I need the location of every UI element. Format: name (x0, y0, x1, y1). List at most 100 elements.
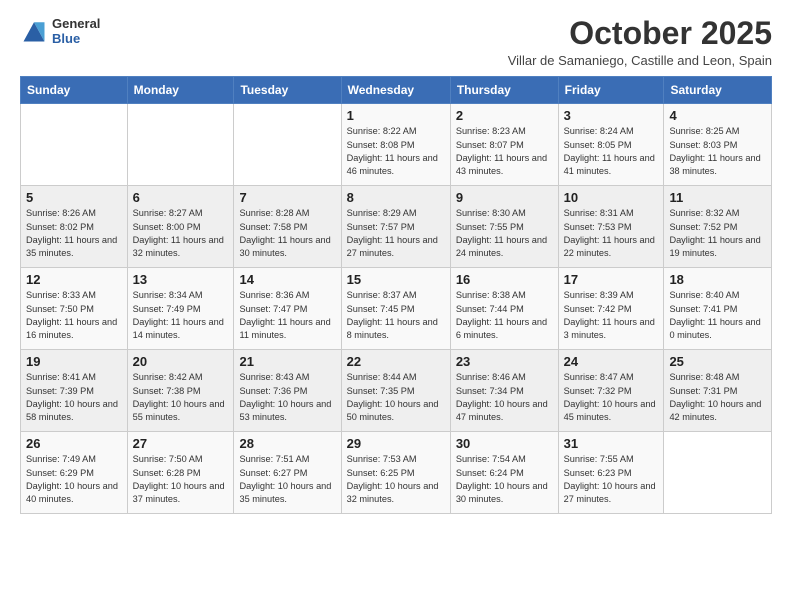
calendar-cell: 30 Sunrise: 7:54 AMSunset: 6:24 PMDayligh… (450, 432, 558, 514)
calendar-cell: 10 Sunrise: 8:31 AMSunset: 7:53 PMDayligh… (558, 186, 664, 268)
logo-icon (20, 17, 48, 45)
day-number: 26 (26, 436, 122, 451)
day-info: Sunrise: 8:41 AMSunset: 7:39 PMDaylight:… (26, 371, 122, 424)
calendar-cell: 25 Sunrise: 8:48 AMSunset: 7:31 PMDayligh… (664, 350, 772, 432)
calendar-cell: 21Sunrise: 8:43 AMSunset: 7:36 PMDayligh… (234, 350, 341, 432)
day-number: 11 (669, 190, 766, 205)
day-info: Sunrise: 7:53 AMSunset: 6:25 PMDaylight:… (347, 453, 445, 506)
day-info: Sunrise: 8:28 AMSunset: 7:58 PMDaylight:… (239, 207, 335, 260)
calendar-cell: 14 Sunrise: 8:36 AMSunset: 7:47 PMDayligh… (234, 268, 341, 350)
calendar-cell: 2 Sunrise: 8:23 AMSunset: 8:07 PMDaylight… (450, 104, 558, 186)
day-number: 22 (347, 354, 445, 369)
day-number: 16 (456, 272, 553, 287)
day-number: 5 (26, 190, 122, 205)
logo-text: General Blue (52, 16, 100, 46)
day-number: 15 (347, 272, 445, 287)
day-info: Sunrise: 8:44 AMSunset: 7:35 PMDaylight:… (347, 371, 445, 424)
day-number: 8 (347, 190, 445, 205)
day-number: 18 (669, 272, 766, 287)
day-number: 2 (456, 108, 553, 123)
day-number: 14 (239, 272, 335, 287)
calendar-cell (21, 104, 128, 186)
weekday-header-saturday: Saturday (664, 77, 772, 104)
day-info: Sunrise: 8:36 AMSunset: 7:47 PMDaylight:… (239, 289, 335, 342)
calendar-cell: 22 Sunrise: 8:44 AMSunset: 7:35 PMDayligh… (341, 350, 450, 432)
calendar-cell: 31 Sunrise: 7:55 AMSunset: 6:23 PMDayligh… (558, 432, 664, 514)
weekday-header-monday: Monday (127, 77, 234, 104)
day-info: Sunrise: 8:25 AMSunset: 8:03 PMDaylight:… (669, 125, 766, 178)
day-info: Sunrise: 7:51 AMSunset: 6:27 PMDaylight:… (239, 453, 335, 506)
day-info: Sunrise: 8:38 AMSunset: 7:44 PMDaylight:… (456, 289, 553, 342)
calendar-body: 1 Sunrise: 8:22 AMSunset: 8:08 PMDaylight… (21, 104, 772, 514)
calendar-cell: 7 Sunrise: 8:28 AMSunset: 7:58 PMDaylight… (234, 186, 341, 268)
calendar-table: SundayMondayTuesdayWednesdayThursdayFrid… (20, 76, 772, 514)
day-number: 19 (26, 354, 122, 369)
day-info: Sunrise: 8:26 AMSunset: 8:02 PMDaylight:… (26, 207, 122, 260)
calendar-cell: 8Sunrise: 8:29 AMSunset: 7:57 PMDaylight… (341, 186, 450, 268)
weekday-header-thursday: Thursday (450, 77, 558, 104)
day-number: 10 (564, 190, 659, 205)
day-number: 30 (456, 436, 553, 451)
day-info: Sunrise: 7:49 AMSunset: 6:29 PMDaylight:… (26, 453, 122, 506)
calendar-cell: 17 Sunrise: 8:39 AMSunset: 7:42 PMDayligh… (558, 268, 664, 350)
calendar-cell: 23Sunrise: 8:46 AMSunset: 7:34 PMDayligh… (450, 350, 558, 432)
day-number: 24 (564, 354, 659, 369)
day-info: Sunrise: 8:46 AMSunset: 7:34 PMDaylight:… (456, 371, 553, 424)
calendar-cell: 1 Sunrise: 8:22 AMSunset: 8:08 PMDaylight… (341, 104, 450, 186)
day-number: 6 (133, 190, 229, 205)
day-info: Sunrise: 8:43 AMSunset: 7:36 PMDaylight:… (239, 371, 335, 424)
day-info: Sunrise: 8:22 AMSunset: 8:08 PMDaylight:… (347, 125, 445, 178)
day-info: Sunrise: 7:54 AMSunset: 6:24 PMDaylight:… (456, 453, 553, 506)
calendar-cell: 24Sunrise: 8:47 AMSunset: 7:32 PMDayligh… (558, 350, 664, 432)
day-info: Sunrise: 8:31 AMSunset: 7:53 PMDaylight:… (564, 207, 659, 260)
day-number: 20 (133, 354, 229, 369)
day-info: Sunrise: 8:33 AMSunset: 7:50 PMDaylight:… (26, 289, 122, 342)
day-number: 9 (456, 190, 553, 205)
location-subtitle: Villar de Samaniego, Castille and Leon, … (508, 53, 772, 68)
calendar-cell: 29 Sunrise: 7:53 AMSunset: 6:25 PMDayligh… (341, 432, 450, 514)
calendar-cell: 16 Sunrise: 8:38 AMSunset: 7:44 PMDayligh… (450, 268, 558, 350)
calendar-cell: 28Sunrise: 7:51 AMSunset: 6:27 PMDayligh… (234, 432, 341, 514)
day-number: 27 (133, 436, 229, 451)
day-number: 12 (26, 272, 122, 287)
calendar-cell: 15Sunrise: 8:37 AMSunset: 7:45 PMDayligh… (341, 268, 450, 350)
day-info: Sunrise: 8:30 AMSunset: 7:55 PMDaylight:… (456, 207, 553, 260)
day-info: Sunrise: 7:55 AMSunset: 6:23 PMDaylight:… (564, 453, 659, 506)
day-number: 13 (133, 272, 229, 287)
day-number: 7 (239, 190, 335, 205)
calendar-week-row: 5 Sunrise: 8:26 AMSunset: 8:02 PMDaylight… (21, 186, 772, 268)
day-number: 17 (564, 272, 659, 287)
month-title: October 2025 (508, 16, 772, 51)
calendar-page: General Blue October 2025 Villar de Sama… (0, 0, 792, 612)
calendar-cell: 12 Sunrise: 8:33 AMSunset: 7:50 PMDayligh… (21, 268, 128, 350)
day-number: 29 (347, 436, 445, 451)
calendar-cell: 19 Sunrise: 8:41 AMSunset: 7:39 PMDayligh… (21, 350, 128, 432)
calendar-cell: 3Sunrise: 8:24 AMSunset: 8:05 PMDaylight… (558, 104, 664, 186)
day-info: Sunrise: 8:39 AMSunset: 7:42 PMDaylight:… (564, 289, 659, 342)
day-number: 1 (347, 108, 445, 123)
weekday-header-friday: Friday (558, 77, 664, 104)
weekday-header-wednesday: Wednesday (341, 77, 450, 104)
calendar-cell: 13 Sunrise: 8:34 AMSunset: 7:49 PMDayligh… (127, 268, 234, 350)
day-info: Sunrise: 8:48 AMSunset: 7:31 PMDaylight:… (669, 371, 766, 424)
calendar-cell: 11Sunrise: 8:32 AMSunset: 7:52 PMDayligh… (664, 186, 772, 268)
calendar-cell: 4Sunrise: 8:25 AMSunset: 8:03 PMDaylight… (664, 104, 772, 186)
day-number: 31 (564, 436, 659, 451)
day-info: Sunrise: 8:34 AMSunset: 7:49 PMDaylight:… (133, 289, 229, 342)
calendar-cell: 26 Sunrise: 7:49 AMSunset: 6:29 PMDayligh… (21, 432, 128, 514)
day-number: 25 (669, 354, 766, 369)
calendar-cell: 27 Sunrise: 7:50 AMSunset: 6:28 PMDayligh… (127, 432, 234, 514)
day-info: Sunrise: 7:50 AMSunset: 6:28 PMDaylight:… (133, 453, 229, 506)
calendar-header: SundayMondayTuesdayWednesdayThursdayFrid… (21, 77, 772, 104)
calendar-cell: 20Sunrise: 8:42 AMSunset: 7:38 PMDayligh… (127, 350, 234, 432)
title-block: October 2025 Villar de Samaniego, Castil… (508, 16, 772, 68)
logo-general: General (52, 16, 100, 31)
calendar-cell (664, 432, 772, 514)
calendar-cell: 5 Sunrise: 8:26 AMSunset: 8:02 PMDaylight… (21, 186, 128, 268)
calendar-cell: 9 Sunrise: 8:30 AMSunset: 7:55 PMDaylight… (450, 186, 558, 268)
calendar-week-row: 12 Sunrise: 8:33 AMSunset: 7:50 PMDayligh… (21, 268, 772, 350)
weekday-header-row: SundayMondayTuesdayWednesdayThursdayFrid… (21, 77, 772, 104)
calendar-cell: 6Sunrise: 8:27 AMSunset: 8:00 PMDaylight… (127, 186, 234, 268)
calendar-week-row: 19 Sunrise: 8:41 AMSunset: 7:39 PMDayligh… (21, 350, 772, 432)
day-info: Sunrise: 8:23 AMSunset: 8:07 PMDaylight:… (456, 125, 553, 178)
